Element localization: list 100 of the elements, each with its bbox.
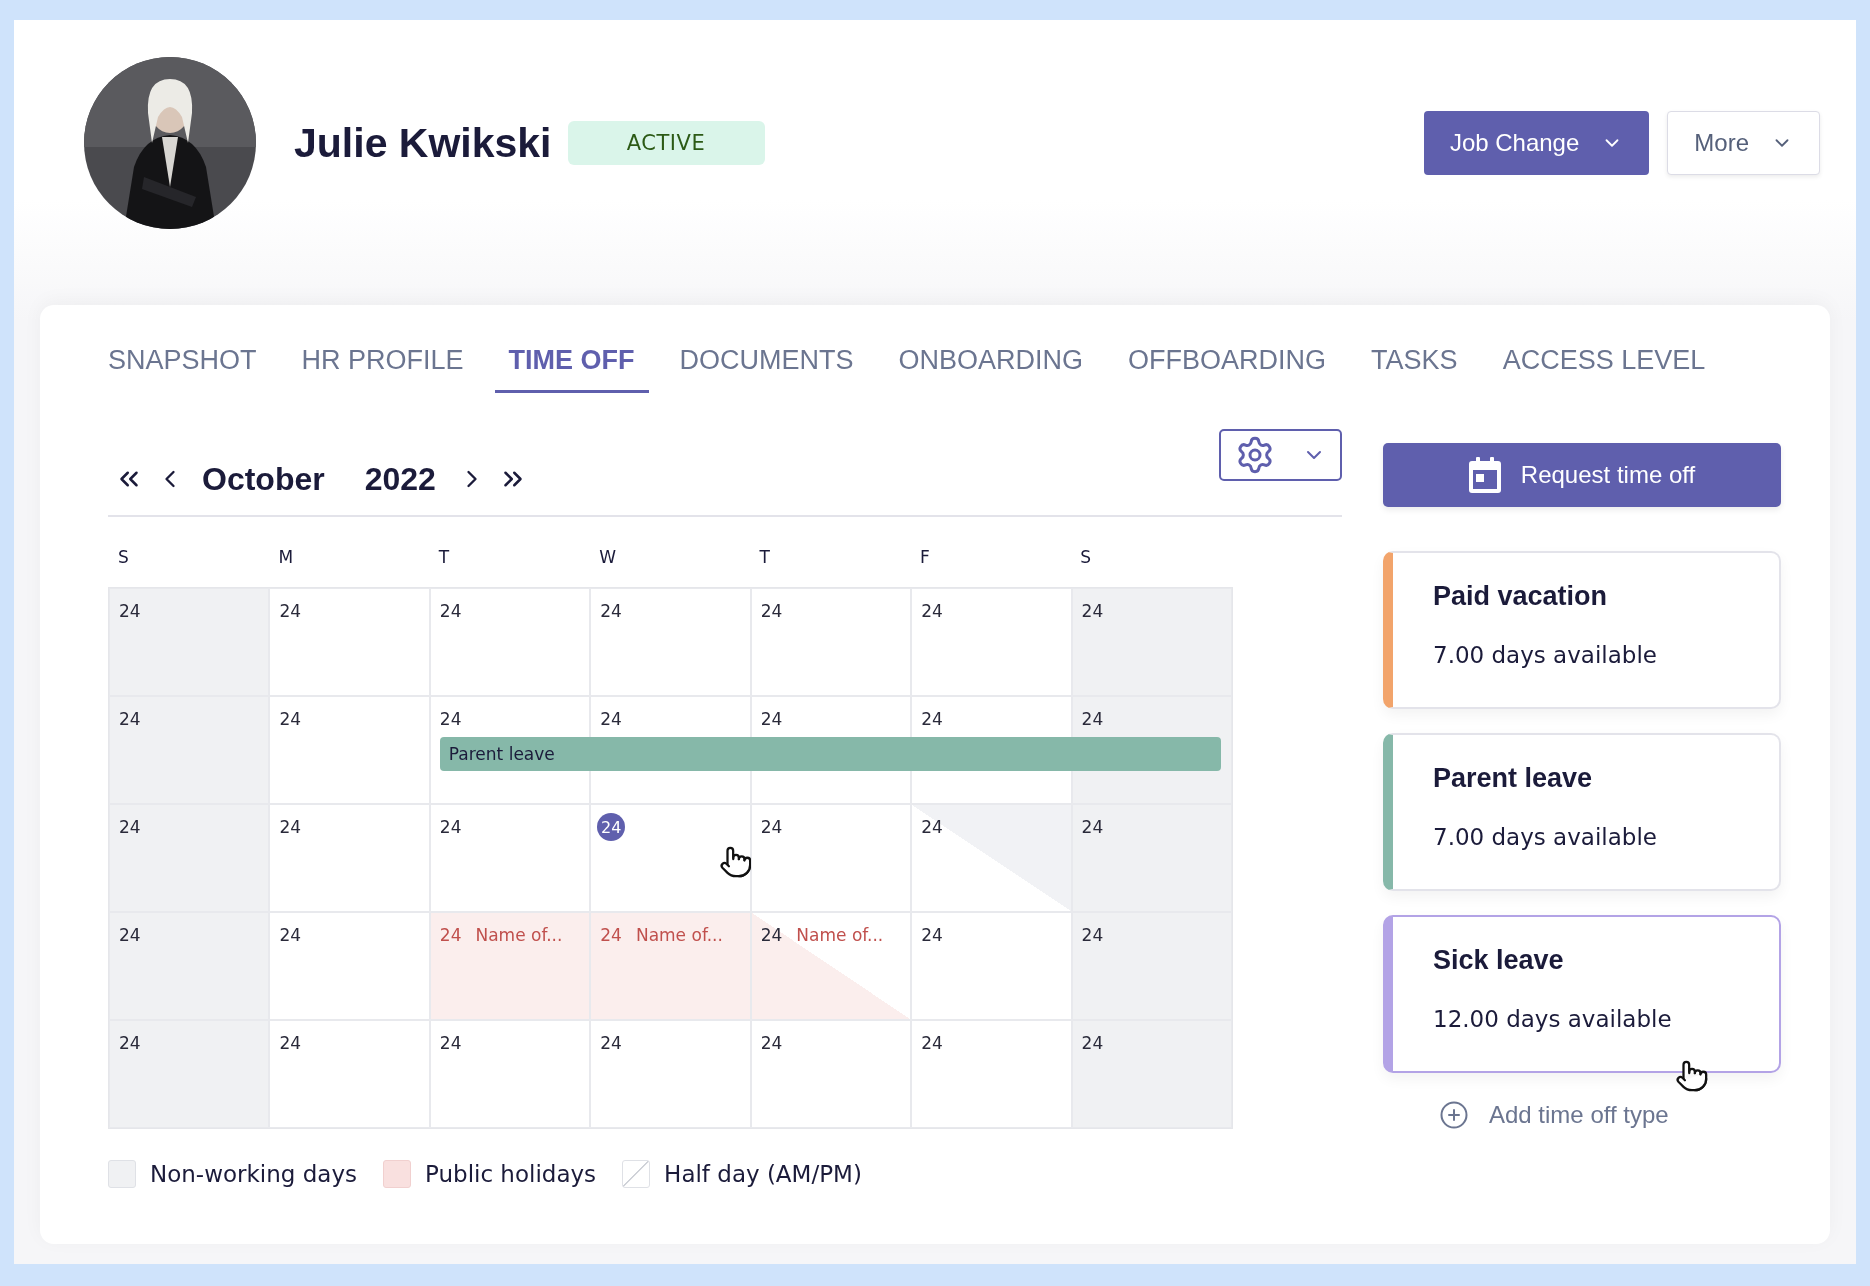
day-number: 24 bbox=[600, 1033, 622, 1053]
weekday-label: F bbox=[918, 547, 931, 569]
tab[interactable]: ONBOARDING bbox=[884, 333, 1098, 393]
today-marker: 24 bbox=[597, 813, 626, 841]
holiday-name: Name of... bbox=[475, 925, 563, 945]
tab[interactable]: HR PROFILE bbox=[287, 333, 478, 393]
day-cell[interactable]: 24 bbox=[1071, 912, 1232, 1020]
day-cell[interactable]: 24 bbox=[429, 804, 591, 912]
day-number: 24 bbox=[439, 601, 462, 621]
day-cell[interactable]: 24 bbox=[269, 588, 430, 696]
day-cell[interactable]: 24 Parent leave bbox=[429, 696, 591, 804]
day-cell[interactable]: 24 bbox=[911, 696, 1072, 804]
day-cell[interactable]: 24 bbox=[1071, 1020, 1232, 1128]
more-button[interactable]: More bbox=[1667, 111, 1820, 175]
day-cell[interactable]: 24 bbox=[269, 1020, 430, 1128]
leave-type-card[interactable]: Parent leave 7.00 days available bbox=[1383, 733, 1781, 891]
leave-bar[interactable]: Parent leave bbox=[439, 737, 591, 771]
settings-icon bbox=[1235, 435, 1275, 475]
leave-type-title: Parent leave bbox=[1433, 763, 1594, 794]
day-number: 24 bbox=[760, 1033, 783, 1053]
day-cell[interactable]: 24 bbox=[109, 1020, 270, 1128]
day-cell[interactable]: 24 bbox=[590, 1020, 751, 1128]
day-number: 24 bbox=[439, 817, 462, 837]
leave-type-title: Sick leave bbox=[1433, 945, 1565, 976]
weekday-label: T bbox=[437, 547, 451, 569]
legend-label: Half day (AM/PM) bbox=[664, 1161, 862, 1187]
plus-icon bbox=[1439, 1100, 1469, 1130]
legend-label: Public holidays bbox=[425, 1161, 597, 1187]
settings-dropdown[interactable] bbox=[1219, 429, 1342, 481]
day-number: 24 bbox=[921, 709, 943, 729]
tab[interactable]: SNAPSHOT bbox=[94, 333, 271, 393]
day-cell[interactable]: 24 bbox=[109, 588, 270, 696]
day-number: 24 bbox=[921, 1033, 943, 1053]
leave-type-card[interactable]: Paid vacation 7.00 days available bbox=[1383, 551, 1781, 709]
day-cell[interactable]: 24 bbox=[590, 804, 751, 912]
weekday-label: M bbox=[277, 547, 295, 569]
day-number: 24 bbox=[760, 601, 783, 621]
day-cell[interactable]: 24 bbox=[269, 912, 430, 1020]
tab[interactable]: TIME OFF bbox=[494, 333, 649, 393]
day-number: 24 bbox=[600, 601, 622, 621]
day-cell[interactable]: 24 bbox=[1071, 804, 1232, 912]
day-number: 24 bbox=[921, 925, 943, 945]
day-number: 24 bbox=[119, 925, 141, 945]
tab[interactable]: ACCESS LEVEL bbox=[1488, 333, 1720, 393]
day-cell[interactable]: 24 bbox=[109, 804, 270, 912]
day-cell[interactable]: 24 bbox=[911, 1020, 1072, 1128]
day-cell[interactable]: 24 bbox=[109, 912, 270, 1020]
day-cell[interactable]: 24 bbox=[429, 1020, 591, 1128]
day-cell[interactable]: 24 bbox=[269, 696, 430, 804]
year-label: 2022 bbox=[364, 460, 436, 498]
day-number: 24 bbox=[439, 925, 462, 945]
add-time-off-type-button[interactable]: Add time off type bbox=[1433, 1099, 1675, 1131]
day-number: 24 bbox=[600, 925, 622, 945]
day-number: 24 bbox=[1081, 1033, 1104, 1053]
day-cell[interactable]: 24 bbox=[1071, 588, 1232, 696]
day-number: 24 bbox=[119, 601, 141, 621]
legend-label: Non-working days bbox=[150, 1161, 357, 1187]
day-number: 24 bbox=[921, 817, 943, 837]
employee-name: Julie Kwikski bbox=[294, 119, 552, 167]
weekday-label: S bbox=[1079, 547, 1093, 569]
holiday-name: Name of... bbox=[796, 925, 884, 945]
day-cell[interactable]: 24 bbox=[1071, 696, 1232, 804]
job-change-button[interactable]: Job Change bbox=[1423, 111, 1650, 175]
day-cell[interactable]: 24 bbox=[109, 696, 270, 804]
day-number: 24 bbox=[1081, 601, 1104, 621]
month-label: October bbox=[202, 460, 325, 498]
day-number: 24 bbox=[119, 817, 141, 837]
leave-type-title: Paid vacation bbox=[1433, 581, 1609, 612]
weekday-label: W bbox=[598, 547, 617, 569]
day-number: 24 bbox=[600, 709, 622, 729]
day-number: 24 bbox=[1081, 817, 1104, 837]
day-cell[interactable]: 24 bbox=[429, 588, 591, 696]
holiday-name: Name of... bbox=[635, 925, 723, 945]
day-number: 24 bbox=[279, 817, 302, 837]
day-cell[interactable]: 24 Name of... bbox=[429, 912, 591, 1020]
tab[interactable]: TASKS bbox=[1357, 333, 1472, 393]
day-cell[interactable]: 24 bbox=[269, 804, 430, 912]
weekday-label: S bbox=[117, 547, 130, 569]
day-cell[interactable]: 24 bbox=[911, 804, 1072, 912]
days-available: 12.00 days available bbox=[1433, 1006, 1673, 1032]
day-number: 24 bbox=[279, 925, 302, 945]
request-time-off-button[interactable]: Request time off bbox=[1383, 443, 1781, 507]
day-cell[interactable]: 24 bbox=[750, 696, 912, 804]
tab[interactable]: OFFBOARDING bbox=[1114, 333, 1341, 393]
day-number: 24 bbox=[279, 601, 302, 621]
day-cell[interactable]: 24 Name of... bbox=[750, 912, 912, 1020]
day-cell[interactable]: 24 bbox=[911, 912, 1072, 1020]
day-number: 24 bbox=[119, 709, 141, 729]
day-cell[interactable]: 24 bbox=[911, 588, 1072, 696]
day-cell[interactable]: 24 bbox=[750, 804, 912, 912]
day-cell[interactable]: 24 bbox=[750, 588, 912, 696]
calendar-icon bbox=[1468, 457, 1501, 493]
day-cell[interactable]: 24 Name of... bbox=[590, 912, 751, 1020]
tab[interactable]: DOCUMENTS bbox=[665, 333, 868, 393]
day-cell[interactable]: 24 bbox=[750, 1020, 912, 1128]
day-number: 24 bbox=[760, 817, 783, 837]
day-number: 24 bbox=[279, 709, 302, 729]
day-cell[interactable]: 24 bbox=[590, 588, 751, 696]
day-number: 24 bbox=[439, 1033, 462, 1053]
day-cell[interactable]: 24 bbox=[590, 696, 751, 804]
